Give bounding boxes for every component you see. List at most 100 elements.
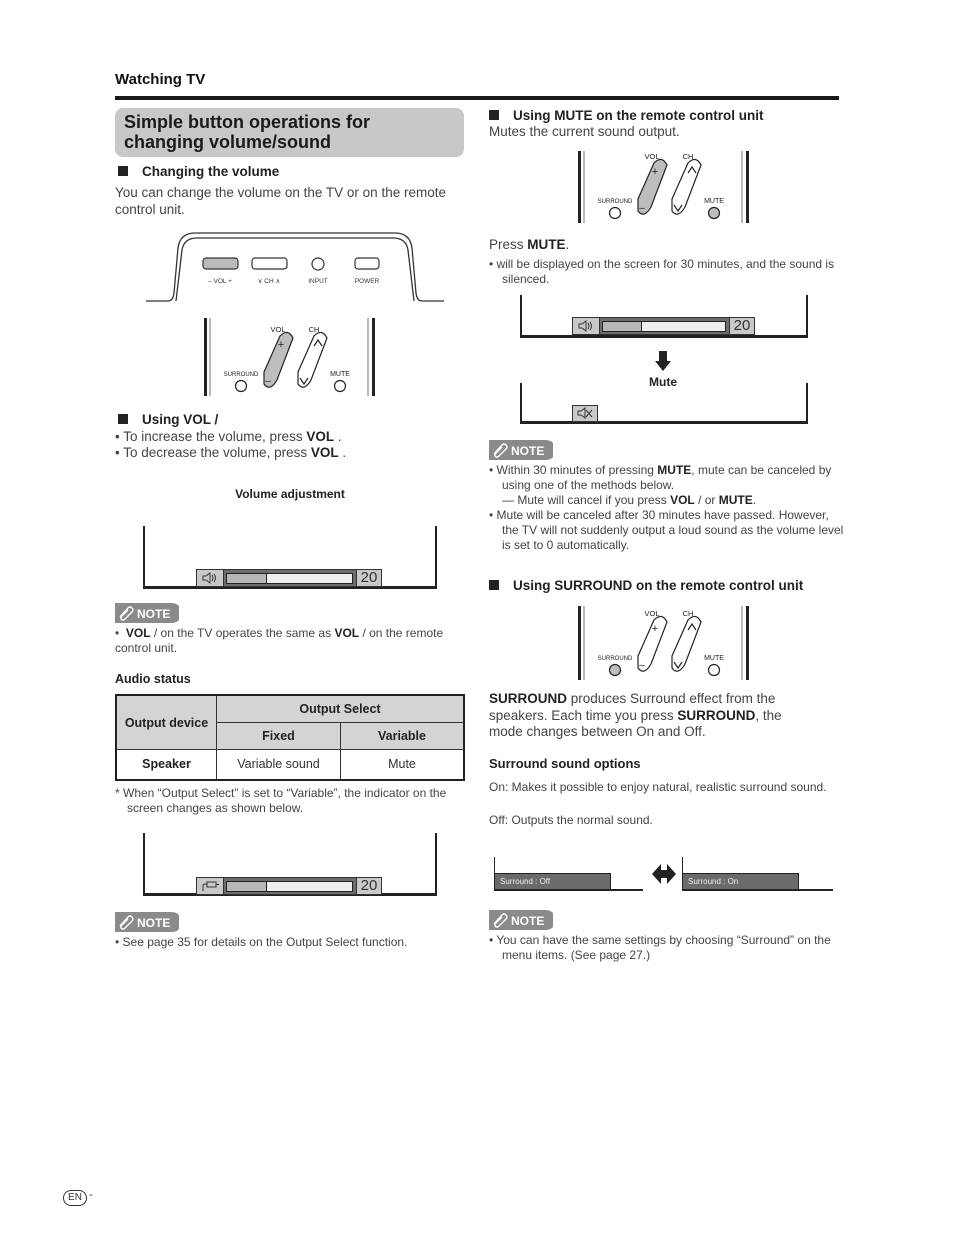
vol-plus-icon: +	[652, 623, 658, 635]
changing-volume-body: You can change the volume on the TV or o…	[115, 185, 446, 217]
note-label: NOTE	[137, 916, 170, 930]
remote-vol-label: VOL	[644, 609, 659, 618]
variable-osd-bar: 20	[196, 877, 382, 895]
tv-vol-label: – VOL +	[208, 278, 232, 285]
remote-illustration-volume: VOL CH SURROUND MUTE + –	[204, 318, 375, 396]
mute-before-level-value: 20	[729, 318, 754, 334]
remote-mute-label: MUTE	[704, 655, 724, 662]
muted-speaker-icon	[572, 405, 598, 422]
speaker-icon	[197, 570, 224, 586]
remote-ch-label: CH	[309, 325, 320, 334]
note3-bullet1: • Within 30 minutes of pressing MUTE, mu…	[489, 463, 832, 492]
vol-plus-icon: +	[652, 166, 658, 178]
col-output-select: Output Select	[216, 694, 465, 723]
mute-button	[333, 379, 347, 393]
remote-surround-label: SURROUND	[598, 656, 633, 662]
cell-variable: Mute	[340, 749, 465, 780]
header-rule	[115, 96, 839, 100]
col-output-device: Output device	[115, 694, 217, 750]
tv-ch-label: ∨ CH ∧	[258, 278, 281, 285]
note-badge: NOTE	[115, 603, 179, 623]
volume-level-value: 20	[356, 570, 381, 586]
note1-text: • VOL / on the TV operates the same as V…	[115, 626, 444, 655]
surround-options-heading: Surround sound options	[489, 756, 641, 771]
remote-vol-label: VOL	[270, 325, 285, 334]
col-fixed: Fixed	[216, 722, 341, 750]
mute-before-osd-bar: 20	[572, 317, 755, 335]
note-label: NOTE	[137, 607, 170, 621]
mute-bullet: • will be displayed on the screen for 30…	[489, 257, 835, 286]
remote-mute-label: MUTE	[704, 198, 724, 205]
audio-status-heading: Audio status	[115, 672, 191, 686]
cell-fixed: Variable sound	[216, 749, 341, 780]
section-header: Watching TV	[115, 71, 206, 88]
tv-power-label: POWER	[355, 278, 380, 285]
vol-plus-icon: +	[278, 339, 284, 351]
press-mute-text: Press MUTE.	[489, 237, 570, 252]
note-badge: NOTE	[115, 912, 179, 932]
mute-before-level-fill	[603, 322, 642, 331]
ch-rocker-button	[671, 158, 702, 215]
down-arrow-icon	[655, 351, 671, 371]
square-bullet-icon	[489, 110, 499, 120]
square-bullet-icon	[118, 414, 128, 424]
mute-body: Mutes the current sound output.	[489, 124, 680, 139]
surround-off-text: Off: Outputs the normal sound.	[489, 813, 653, 827]
audio-status-table: Output device Output Select Fixed Variab…	[115, 694, 465, 781]
tv-input-label: INPUT	[308, 278, 328, 285]
page-title-box: Simple button operations for changing vo…	[115, 108, 464, 157]
note2-text: • See page 35 for details on the Output …	[115, 935, 408, 949]
variable-level-value: 20	[356, 878, 381, 894]
audio-status-footnote: * When “Output Select” is set to “Variab…	[115, 786, 447, 815]
surround-button	[608, 663, 622, 677]
remote-ch-label: CH	[683, 152, 694, 161]
note-badge: NOTE	[489, 910, 553, 930]
mute-button	[707, 206, 721, 220]
surround-body: SURROUND produces Surround effect from t…	[489, 691, 782, 739]
vol-minus-icon: –	[265, 376, 271, 387]
cell-device: Speaker	[115, 749, 217, 780]
tv-control-panel-illustration: – VOL + ∨ CH ∧ INPUT POWER	[146, 232, 444, 302]
tv-vol-button	[202, 257, 239, 270]
surround-off-osd: Surround : Off	[494, 873, 611, 890]
vol-minus-icon: –	[639, 660, 645, 671]
square-bullet-icon	[118, 166, 128, 176]
tv-input-button	[311, 257, 325, 271]
note3-sub: — Mute will cancel if you press VOL / or…	[502, 493, 757, 507]
volume-level-track	[226, 573, 353, 584]
note4-text: • You can have the same settings by choo…	[489, 933, 831, 962]
audio-output-plug-icon	[197, 878, 224, 894]
speaker-icon	[573, 318, 600, 334]
language-badge: EN	[63, 1190, 87, 1206]
col-variable: Variable	[340, 722, 465, 750]
note-badge: NOTE	[489, 440, 553, 460]
mute-button	[707, 663, 721, 677]
mute-after-screen	[520, 383, 808, 424]
using-vol-heading: Using VOL /	[118, 412, 218, 427]
vol-decrease-text: • To decrease the volume, press VOL .	[115, 445, 347, 460]
volume-osd-bar: 20	[196, 569, 382, 587]
remote-surround-label: SURROUND	[598, 199, 633, 205]
page-number-dash: -	[89, 1189, 93, 1201]
surround-on-osd: Surround : On	[682, 873, 799, 890]
page-title: Simple button operations for changing vo…	[124, 112, 370, 152]
remote-illustration-surround: VOL CH SURROUND MUTE + –	[578, 606, 749, 680]
remote-vol-label: VOL	[644, 152, 659, 161]
vol-minus-icon: –	[639, 203, 645, 214]
mute-heading: Using MUTE on the remote control unit	[489, 108, 764, 123]
surround-on-text: On: Makes it possible to enjoy natural, …	[489, 780, 827, 794]
note-label: NOTE	[511, 914, 544, 928]
surround-heading: Using SURROUND on the remote control uni…	[489, 578, 803, 593]
ch-rocker-button	[671, 615, 702, 672]
surround-button	[234, 379, 248, 393]
changing-volume-heading: Changing the volume	[118, 164, 279, 179]
mute-before-level-track	[602, 321, 726, 332]
note-label: NOTE	[511, 444, 544, 458]
remote-mute-label: MUTE	[330, 371, 350, 378]
tv-power-button	[354, 257, 380, 270]
remote-ch-label: CH	[683, 609, 694, 618]
vol-increase-text: • To increase the volume, press VOL .	[115, 429, 342, 444]
ch-rocker-button	[297, 331, 328, 388]
note3-bullet2: • Mute will be canceled after 30 minutes…	[489, 508, 844, 552]
volume-level-fill	[227, 574, 267, 583]
